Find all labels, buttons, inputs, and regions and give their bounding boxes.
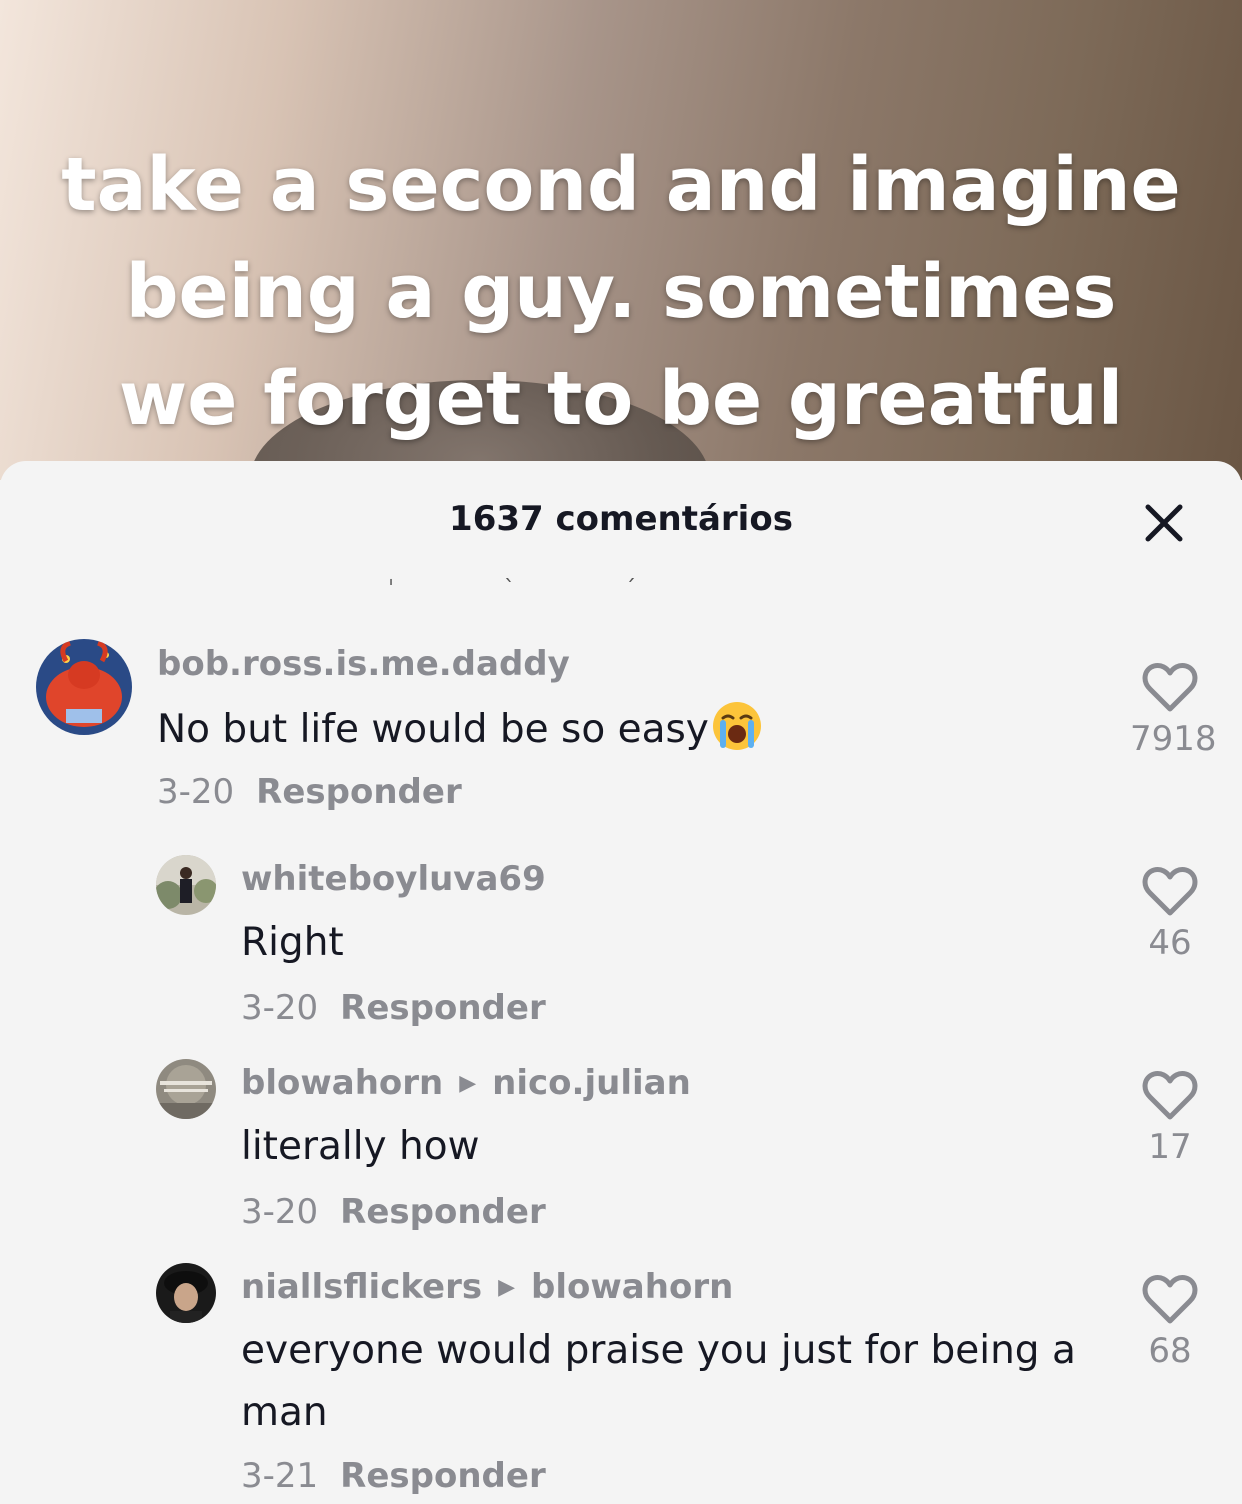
reply-button[interactable]: Responder [340, 1192, 546, 1232]
comment-date: 3-20 [241, 1192, 319, 1232]
like-count: 7918 [1130, 719, 1217, 759]
comment-text: Right [241, 920, 344, 965]
avatar-image [156, 1059, 216, 1119]
like-count: 68 [1148, 1331, 1192, 1371]
reply-button[interactable]: Responder [340, 1456, 546, 1496]
heart-icon [1142, 1071, 1198, 1120]
reply-to-username[interactable]: nico.julian [492, 1063, 691, 1103]
comment-date: 3-20 [241, 988, 319, 1028]
reply-button[interactable]: Responder [340, 988, 546, 1028]
avatar[interactable] [36, 639, 132, 735]
like-button[interactable]: 46 [1130, 865, 1210, 963]
close-button[interactable] [1136, 495, 1192, 551]
comment-date: 3-21 [241, 1456, 319, 1496]
comment-username[interactable]: niallsflickers ▶ blowahorn [241, 1267, 733, 1307]
comment-meta: 3-20 Responder [157, 772, 462, 812]
comment-meta: 3-21 Responder [241, 1456, 546, 1496]
reply-button[interactable]: Responder [256, 772, 462, 812]
comments-sheet: 1637 comentários ˈˋˊ bob.ross.is.me.dadd… [0, 461, 1242, 1504]
reply-arrow-icon: ▶ [459, 1071, 477, 1096]
like-button[interactable]: 17 [1130, 1069, 1210, 1167]
comments-count-title: 1637 comentários [449, 499, 793, 539]
comment-username[interactable]: blowahorn ▶ nico.julian [241, 1063, 691, 1103]
avatar[interactable] [156, 855, 216, 915]
heart-icon [1142, 663, 1198, 712]
comment-text: everyone would praise you just for being… [241, 1328, 1076, 1435]
comment-text: No but life would be so easy [157, 699, 763, 771]
comment-username[interactable]: whiteboyluva69 [241, 859, 546, 899]
avatar[interactable] [156, 1263, 216, 1323]
comment-username[interactable]: bob.ross.is.me.daddy [157, 644, 570, 684]
comment-meta: 3-20 Responder [241, 988, 546, 1028]
comment-text: literally how [241, 1124, 480, 1169]
heart-icon [1142, 867, 1198, 916]
avatar-image [36, 639, 132, 735]
close-icon [1145, 504, 1183, 542]
heart-icon [1142, 1275, 1198, 1324]
like-button[interactable]: 68 [1130, 1273, 1210, 1371]
reply-to-username[interactable]: blowahorn [531, 1267, 733, 1307]
comment-meta: 3-20 Responder [241, 1192, 546, 1232]
like-button[interactable]: 7918 [1130, 661, 1217, 759]
video-caption: take a second and imagine being a guy. s… [61, 142, 1181, 442]
avatar-image [156, 855, 216, 915]
loudly-crying-face-icon [711, 700, 763, 771]
like-count: 17 [1148, 1127, 1192, 1167]
like-count: 46 [1148, 923, 1192, 963]
avatar-image [156, 1263, 216, 1323]
reply-arrow-icon: ▶ [498, 1275, 516, 1300]
scroll-remnant: ˈˋˊ [388, 577, 747, 602]
comment-date: 3-20 [157, 772, 235, 812]
avatar[interactable] [156, 1059, 216, 1119]
